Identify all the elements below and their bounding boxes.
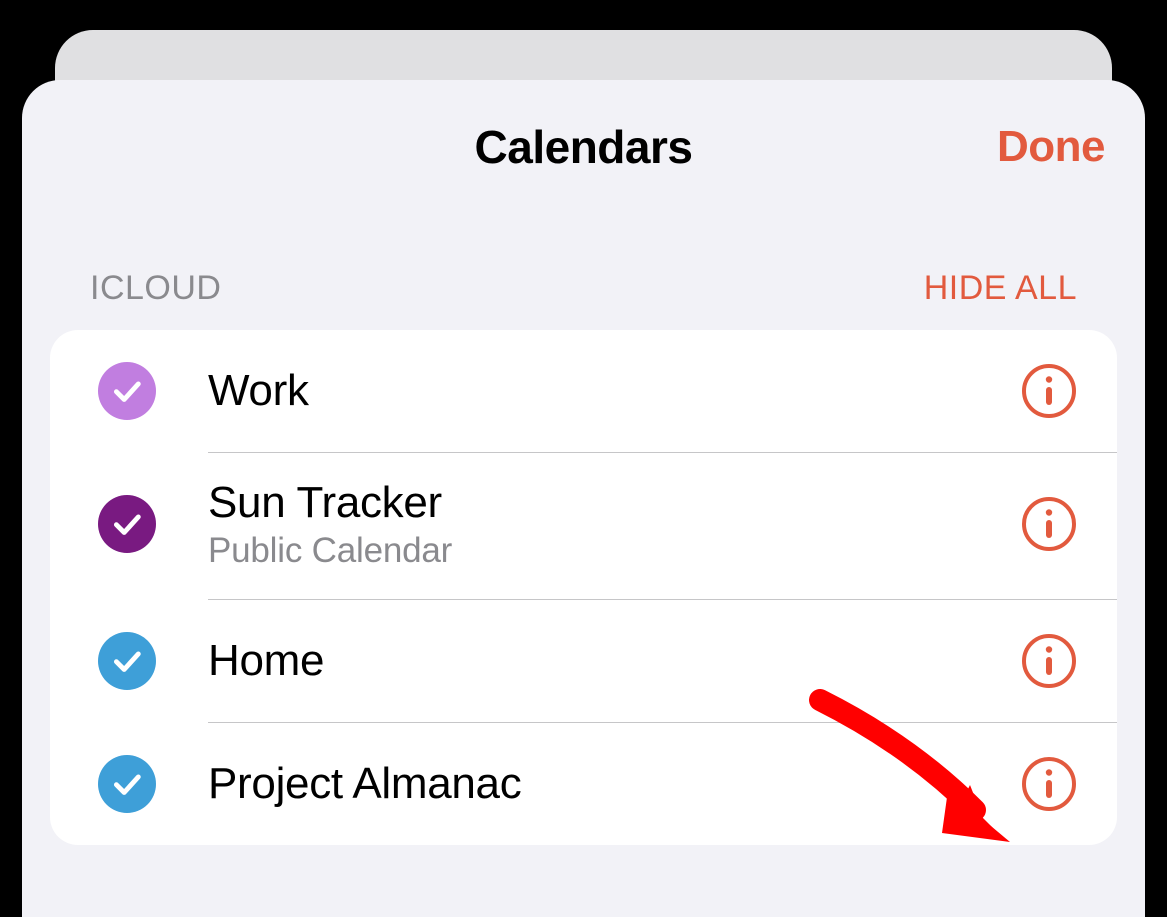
done-button[interactable]: Done (997, 122, 1105, 172)
calendar-row-text: Sun Tracker Public Calendar (156, 477, 1021, 571)
info-icon (1021, 756, 1077, 812)
calendar-row-text: Home (156, 635, 1021, 687)
calendar-row-sun-tracker[interactable]: Sun Tracker Public Calendar (50, 453, 1117, 599)
calendar-name: Project Almanac (208, 758, 1021, 810)
calendar-list-card: Work Sun Tracker Public Calendar (50, 330, 1117, 845)
calendar-name: Sun Tracker (208, 477, 1021, 529)
section-header: ICLOUD HIDE ALL (22, 224, 1145, 330)
calendar-subtitle: Public Calendar (208, 531, 1021, 571)
calendar-name: Home (208, 635, 1021, 687)
checkmark-icon[interactable] (98, 495, 156, 553)
checkmark-icon[interactable] (98, 632, 156, 690)
sheet-header: Calendars Done (22, 120, 1145, 224)
info-icon (1021, 496, 1077, 552)
calendar-row-project-almanac[interactable]: Project Almanac (50, 723, 1117, 845)
info-button-0[interactable] (1021, 363, 1077, 419)
checkmark-icon[interactable] (98, 362, 156, 420)
hide-all-button[interactable]: HIDE ALL (924, 269, 1077, 308)
calendar-name: Work (208, 365, 1021, 417)
calendar-row-work[interactable]: Work (50, 330, 1117, 452)
page-title: Calendars (475, 120, 693, 174)
checkmark-icon[interactable] (98, 755, 156, 813)
calendar-row-text: Work (156, 365, 1021, 417)
info-button-3[interactable] (1021, 756, 1077, 812)
info-button-2[interactable] (1021, 633, 1077, 689)
calendar-row-home[interactable]: Home (50, 600, 1117, 722)
info-icon (1021, 633, 1077, 689)
info-button-1[interactable] (1021, 496, 1077, 552)
calendars-sheet: Calendars Done ICLOUD HIDE ALL Work (22, 80, 1145, 917)
section-label-icloud: ICLOUD (90, 269, 221, 308)
info-icon (1021, 363, 1077, 419)
calendar-row-text: Project Almanac (156, 758, 1021, 810)
